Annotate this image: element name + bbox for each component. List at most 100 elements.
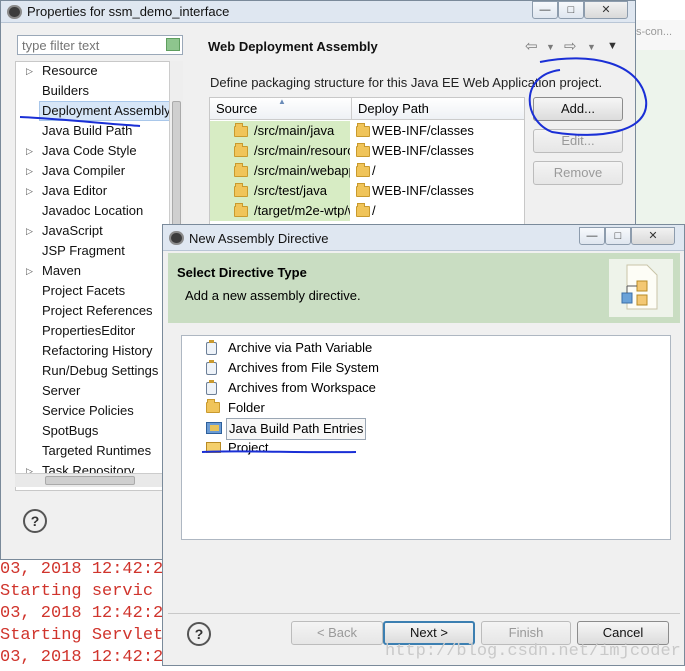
folder-icon — [356, 123, 370, 137]
tree-item-label: Java Editor — [42, 183, 108, 198]
jar-icon — [206, 360, 217, 375]
eclipse-app-icon — [169, 231, 184, 245]
tree-item-label: Targeted Runtimes — [42, 443, 152, 458]
dialog-title: New Assembly Directive — [189, 231, 329, 246]
table-row[interactable]: /target/m2e-wtp/web-resources / — [210, 201, 524, 221]
folder-icon — [234, 163, 248, 177]
console-line: 03, 2018 12:42:28 — [0, 604, 174, 623]
view-menu-icon[interactable]: ▼ — [607, 40, 618, 52]
project-icon — [206, 442, 221, 453]
jar-icon — [206, 380, 217, 395]
directive-item-label: Archives from File System — [228, 360, 379, 375]
tree-item-label: Deployment Assembly — [39, 101, 174, 121]
source-cell: /target/m2e-wtp/web-resources — [254, 203, 350, 218]
forward-menu-icon[interactable]: ▼ — [587, 42, 596, 52]
source-cell: /src/main/webapp — [254, 163, 350, 178]
tree-item-label: Javadoc Location — [42, 203, 144, 218]
wizard-image-icon — [609, 259, 673, 317]
back-arrow-icon[interactable]: ⇦ — [525, 37, 538, 55]
help-icon[interactable]: ? — [187, 622, 211, 646]
deploy-path-cell: WEB-INF/classes — [372, 123, 474, 138]
properties-titlebar: Properties for ssm_demo_interface — □ ✕ — [1, 1, 635, 23]
tree-item-label: Maven — [42, 263, 82, 278]
back-button[interactable]: < Back — [291, 621, 383, 645]
tree-item-label: PropertiesEditor — [42, 323, 136, 338]
sort-arrow-icon: ▲ — [278, 97, 286, 106]
clear-filter-icon[interactable] — [166, 38, 180, 51]
folder-icon — [234, 143, 248, 157]
page-title: Web Deployment Assembly — [208, 39, 378, 54]
folder-icon — [234, 203, 248, 217]
tree-item-label: Service Policies — [42, 403, 134, 418]
close-button[interactable]: ✕ — [631, 227, 675, 245]
background-editor-tab: s-con... — [636, 20, 685, 50]
eclipse-app-icon — [7, 5, 22, 19]
folder-icon — [234, 183, 248, 197]
forward-arrow-icon[interactable]: ⇨ — [564, 37, 577, 55]
console-line: 03, 2018 12:42:29 — [0, 648, 174, 667]
remove-button[interactable]: Remove — [533, 161, 623, 185]
directive-item-label: Folder — [228, 400, 265, 415]
property-tree[interactable]: ▷ Resource Builders Deployment Assembly Java… — [15, 61, 183, 491]
console-line: Starting servic — [0, 582, 154, 601]
tree-item-label: Project References — [42, 303, 153, 318]
expand-arrow-icon[interactable]: ▷ — [26, 141, 36, 161]
edit-button[interactable]: Edit... — [533, 129, 623, 153]
expand-arrow-icon[interactable]: ▷ — [26, 221, 36, 241]
expand-arrow-icon[interactable]: ▷ — [26, 62, 36, 81]
scroll-thumb[interactable] — [45, 476, 135, 485]
directive-item-label: Archives from Workspace — [228, 380, 376, 395]
jar-icon — [206, 340, 217, 355]
deploy-path-cell: / — [372, 163, 376, 178]
deploy-path-cell: / — [372, 203, 376, 218]
new-assembly-directive-dialog: New Assembly Directive — □ ✕ Select Dire… — [162, 224, 685, 666]
add-button[interactable]: Add... — [533, 97, 623, 121]
maximize-button[interactable]: □ — [558, 1, 584, 19]
table-row[interactable]: /src/main/java WEB-INF/classes — [210, 121, 524, 141]
wizard-title: Select Directive Type — [177, 265, 307, 280]
filter-input[interactable] — [17, 35, 183, 55]
source-cell: /src/test/java — [254, 183, 327, 198]
help-icon[interactable]: ? — [23, 509, 47, 533]
wizard-subtitle: Add a new assembly directive. — [185, 288, 361, 303]
deploy-path-cell: WEB-INF/classes — [372, 143, 474, 158]
tree-item-label: Run/Debug Settings — [42, 363, 159, 378]
assembly-table[interactable]: Source ▲ Deploy Path /src/main/java WEB-I… — [209, 97, 525, 232]
source-cell: /src/main/resources — [254, 143, 350, 158]
source-cell: /src/main/java — [254, 123, 335, 138]
table-row[interactable]: /src/main/webapp / — [210, 161, 524, 181]
folder-icon — [356, 203, 370, 217]
table-row[interactable]: /src/test/java WEB-INF/classes — [210, 181, 524, 201]
watermark: http://blog.csdn.net/imjcoder — [385, 642, 681, 661]
back-menu-icon[interactable]: ▼ — [546, 42, 555, 52]
tree-item-label: SpotBugs — [42, 423, 99, 438]
minimize-button[interactable]: — — [579, 227, 605, 245]
directive-type-list[interactable]: Archive via Path Variable Archives from F… — [181, 335, 671, 540]
expand-arrow-icon[interactable]: ▷ — [26, 261, 36, 281]
properties-window-title: Properties for ssm_demo_interface — [27, 4, 230, 19]
folder-icon — [356, 163, 370, 177]
expand-arrow-icon[interactable]: ▷ — [26, 161, 36, 181]
divider — [168, 613, 680, 614]
expand-arrow-icon[interactable]: ▷ — [26, 181, 36, 201]
tree-item-label: Refactoring History — [42, 343, 153, 358]
tree-item-label: JavaScript — [42, 223, 103, 238]
page-description: Define packaging structure for this Java… — [210, 75, 603, 90]
tree-item-label: Project Facets — [42, 283, 126, 298]
maximize-button[interactable]: □ — [605, 227, 631, 245]
column-header-deploy-path[interactable]: Deploy Path — [352, 98, 524, 120]
tree-item-label: JSP Fragment — [42, 243, 125, 258]
close-button[interactable]: ✕ — [584, 1, 628, 19]
minimize-button[interactable]: — — [532, 1, 558, 19]
folder-icon — [234, 123, 248, 137]
table-row[interactable]: /src/main/resources WEB-INF/classes — [210, 141, 524, 161]
tree-item-label: Java Compiler — [42, 163, 126, 178]
tree-horizontal-scrollbar[interactable] — [15, 473, 183, 487]
wizard-banner: Select Directive Type Add a new assembly… — [168, 253, 680, 323]
build-path-icon — [206, 422, 222, 434]
console-line: Starting Servlet — [0, 626, 164, 645]
directive-item-label: Project — [228, 440, 269, 455]
tree-item-label: Builders — [42, 83, 89, 98]
deploy-path-cell: WEB-INF/classes — [372, 183, 474, 198]
folder-icon — [356, 143, 370, 157]
